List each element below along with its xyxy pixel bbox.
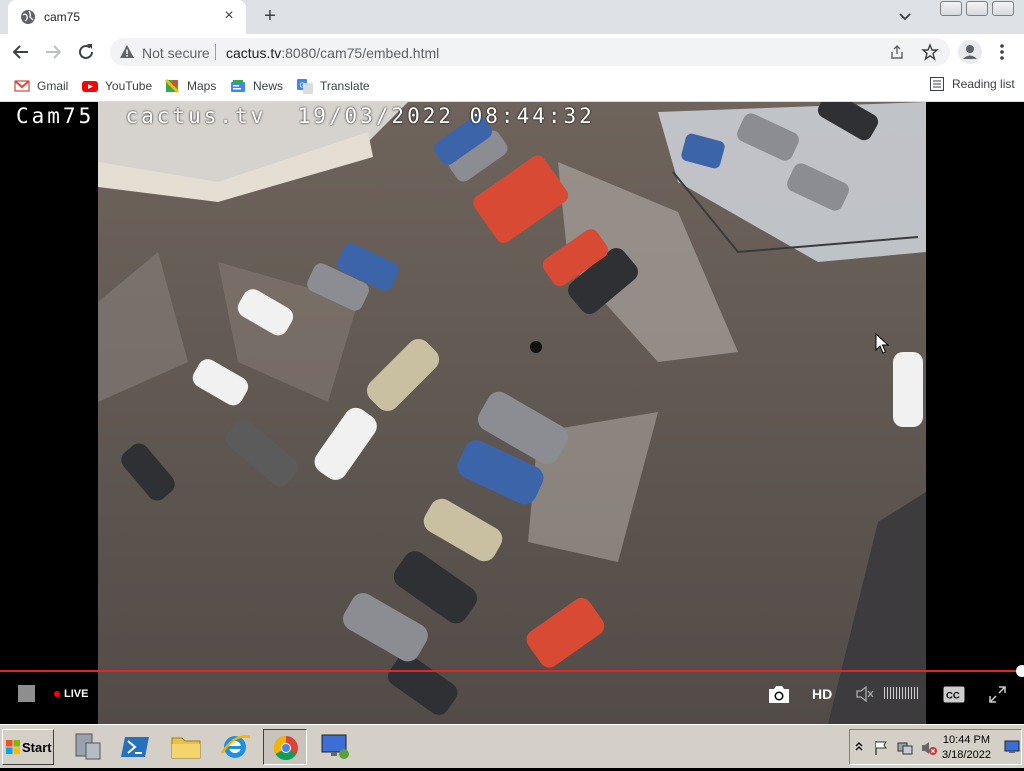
clock-date: 3/18/2022	[942, 749, 991, 761]
browser-toolbar: Not secure cactus.tv:8080/cam75/embed.ht…	[0, 34, 1024, 70]
url-text[interactable]: cactus.tv:8080/cam75/embed.html	[226, 45, 439, 61]
system-clock[interactable]: 10:44 PM 3/18/2022	[942, 733, 991, 763]
security-label[interactable]: Not secure	[142, 45, 210, 61]
bookmarks-bar: Gmail YouTube Maps News G Translate Read…	[0, 70, 1024, 102]
reading-list-icon	[930, 77, 944, 91]
svg-text:G: G	[300, 83, 305, 90]
bookmark-label: News	[253, 79, 284, 93]
menu-kebab-icon[interactable]	[993, 42, 1011, 62]
divider	[215, 44, 216, 60]
bookmark-youtube[interactable]: YouTube	[82, 77, 152, 95]
window-controls	[940, 1, 1014, 17]
folder-icon	[171, 737, 201, 759]
address-bar[interactable]: Not secure cactus.tv:8080/cam75/embed.ht…	[110, 38, 950, 66]
profile-avatar[interactable]	[958, 40, 982, 64]
internet-explorer-button[interactable]	[213, 729, 257, 765]
powershell-button[interactable]	[115, 729, 159, 765]
show-hidden-icons-icon[interactable]	[855, 741, 863, 753]
chevron-down-icon[interactable]	[896, 8, 914, 26]
server-manager-button[interactable]	[66, 729, 110, 765]
progress-handle[interactable]	[1016, 665, 1024, 677]
bookmark-news[interactable]: News	[230, 77, 283, 95]
clock-time: 10:44 PM	[942, 734, 991, 746]
mouse-pointer-icon	[875, 333, 889, 354]
hd-toggle[interactable]: HD	[812, 686, 832, 702]
bookmark-label: Translate	[320, 79, 370, 93]
browser-tab[interactable]: cam75 ×	[8, 0, 246, 34]
start-label: Start	[22, 739, 52, 755]
translate-icon: G	[297, 79, 313, 94]
tab-strip: cam75 × +	[0, 0, 1024, 34]
tab-title: cam75	[44, 10, 81, 24]
file-explorer-button[interactable]	[164, 729, 208, 765]
network-icon[interactable]	[897, 740, 913, 756]
live-indicator[interactable]: LIVE	[54, 688, 88, 700]
gmail-icon	[14, 80, 30, 92]
restore-button[interactable]	[966, 1, 988, 16]
star-icon[interactable]	[921, 43, 939, 61]
volume-slider[interactable]	[884, 687, 918, 699]
news-icon	[231, 80, 245, 92]
youtube-icon	[82, 81, 98, 92]
warning-icon[interactable]	[119, 44, 135, 60]
system-tray: 10:44 PM 3/18/2022	[849, 729, 1022, 765]
forward-icon[interactable]	[41, 40, 65, 64]
share-icon[interactable]	[889, 44, 905, 60]
bookmark-label: Gmail	[37, 79, 69, 93]
close-tab-icon[interactable]: ×	[220, 7, 238, 25]
live-dot-icon	[54, 691, 60, 697]
stop-button[interactable]	[18, 685, 35, 702]
url-path: :8080/cam75/embed.html	[281, 45, 440, 61]
reading-list-button[interactable]: Reading list	[930, 77, 1015, 91]
bookmark-label: YouTube	[105, 79, 153, 93]
person-icon	[963, 45, 977, 59]
windows-logo-icon	[6, 740, 20, 754]
closed-captions-icon[interactable]: CC	[943, 686, 965, 703]
reload-icon[interactable]	[74, 40, 98, 64]
action-center-flag-icon[interactable]	[873, 740, 889, 756]
cc-label: CC	[946, 691, 960, 702]
camera-feed-image	[98, 102, 926, 724]
powershell-icon	[121, 737, 149, 757]
close-window-button[interactable]	[992, 1, 1014, 16]
windows-taskbar: Start 10:44 PM 3/18/2022	[0, 724, 1024, 768]
bookmark-label: Maps	[187, 79, 217, 93]
url-host: cactus.tv	[226, 45, 282, 61]
volume-muted-icon[interactable]	[856, 686, 874, 702]
remote-desktop-icon	[321, 734, 349, 759]
chrome-icon	[273, 736, 298, 761]
live-label: LIVE	[64, 688, 89, 700]
chrome-button[interactable]	[263, 729, 307, 765]
bookmark-gmail[interactable]: Gmail	[14, 77, 68, 95]
fullscreen-icon[interactable]	[989, 686, 1006, 703]
show-desktop-icon[interactable]	[1004, 740, 1020, 754]
bookmark-maps[interactable]: Maps	[164, 77, 216, 95]
new-tab-button[interactable]: +	[259, 5, 281, 27]
globe-icon	[21, 10, 35, 24]
volume-muted-tray-icon[interactable]	[921, 740, 937, 756]
minimize-button[interactable]	[940, 1, 962, 16]
back-icon[interactable]	[9, 40, 33, 64]
internet-explorer-icon	[220, 735, 251, 758]
remote-desktop-button[interactable]	[313, 729, 357, 765]
progress-bar[interactable]	[0, 670, 1024, 672]
server-manager-icon	[75, 733, 101, 760]
bookmark-translate[interactable]: G Translate	[297, 77, 370, 95]
maps-icon	[164, 78, 180, 94]
camera-snapshot-icon[interactable]	[767, 683, 791, 705]
reading-list-label: Reading list	[952, 77, 1015, 91]
video-player[interactable]: Cam75 cactus.tv 19/03/2022 08:44:32	[0, 102, 1024, 724]
start-button[interactable]: Start	[2, 729, 54, 765]
camera-timestamp-overlay: Cam75 cactus.tv 19/03/2022 08:44:32	[16, 104, 595, 128]
